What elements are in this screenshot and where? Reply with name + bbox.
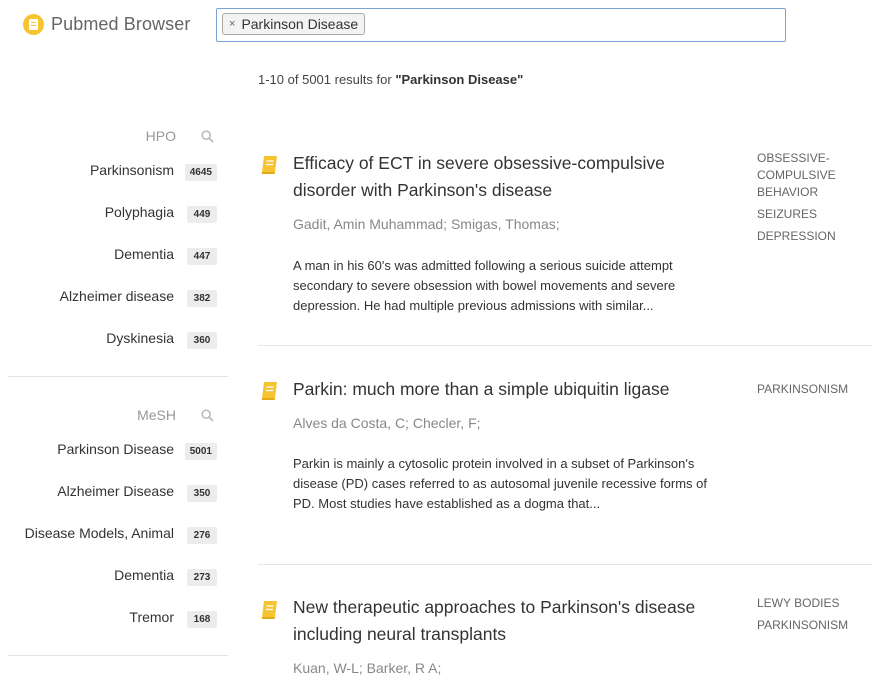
facet-item-label: Alzheimer Disease bbox=[57, 483, 174, 499]
result-tag[interactable]: SEIZURES bbox=[757, 206, 872, 223]
book-icon bbox=[261, 601, 277, 619]
result-item: Efficacy of ECT in severe obsessive-comp… bbox=[258, 140, 872, 346]
result-tag[interactable]: LEWY BODIES bbox=[757, 595, 872, 612]
result-abstract: Parkin is mainly a cytosolic protein inv… bbox=[293, 456, 708, 511]
facet-item-count: 168 bbox=[187, 611, 217, 628]
result-tags: OBSESSIVE-COMPULSIVE BEHAVIOR SEIZURES D… bbox=[757, 150, 872, 250]
facet-item-count: 449 bbox=[187, 206, 217, 223]
facet-item-label: Tremor bbox=[129, 609, 174, 625]
facet-divider bbox=[8, 655, 228, 656]
book-logo-icon bbox=[23, 14, 44, 35]
facet-item-count: 276 bbox=[187, 527, 217, 544]
facet-item[interactable]: Parkinson Disease 5001 bbox=[0, 427, 228, 469]
facet-title: MeSH bbox=[137, 407, 176, 423]
result-authors: Alves da Costa, C; Checler, F; bbox=[293, 415, 481, 431]
facet-item[interactable]: Polyphagia 449 bbox=[0, 190, 228, 232]
facet-item[interactable]: Alzheimer disease 382 bbox=[0, 274, 228, 316]
facet-item[interactable]: Dementia 273 bbox=[0, 553, 228, 595]
book-icon bbox=[261, 156, 277, 174]
result-authors: Gadit, Amin Muhammad; Smigas, Thomas; bbox=[293, 216, 560, 232]
results-summary: 1-10 of 5001 results for "Parkinson Dise… bbox=[258, 72, 523, 87]
result-tag[interactable]: PARKINSONISM bbox=[757, 617, 872, 634]
facet-item[interactable]: Dementia 447 bbox=[0, 232, 228, 274]
facet-item-label: Dementia bbox=[114, 567, 174, 583]
result-title-link[interactable]: Parkin: much more than a simple ubiquiti… bbox=[293, 376, 713, 403]
facet-item-label: Disease Models, Animal bbox=[24, 525, 174, 541]
search-chip-label: Parkinson Disease bbox=[241, 16, 359, 32]
app-logo[interactable]: Pubmed Browser bbox=[23, 14, 190, 35]
search-input[interactable]: × Parkinson Disease bbox=[216, 8, 786, 42]
book-icon bbox=[261, 382, 277, 400]
facet-item[interactable]: Tremor 168 bbox=[0, 595, 228, 637]
facet-item-label: Polyphagia bbox=[104, 204, 174, 220]
facet-item[interactable]: Parkinsonism 4645 bbox=[0, 148, 228, 190]
facet-item-count: 350 bbox=[187, 485, 217, 502]
facet-item-count: 447 bbox=[187, 248, 217, 265]
facet-item-count: 382 bbox=[187, 290, 217, 307]
facet-item[interactable]: Alzheimer Disease 350 bbox=[0, 469, 228, 511]
result-title-link[interactable]: Efficacy of ECT in severe obsessive-comp… bbox=[293, 150, 713, 204]
result-abstract: A man in his 60's was admitted following… bbox=[293, 258, 676, 313]
facet-header: HPO bbox=[0, 128, 228, 148]
search-icon[interactable] bbox=[201, 409, 214, 422]
result-tag[interactable]: PARKINSONISM bbox=[757, 381, 872, 398]
facet-item-count: 5001 bbox=[184, 443, 217, 460]
facet-mesh: MeSH Parkinson Disease 5001 Alzheimer Dis… bbox=[0, 407, 228, 637]
results-list: Efficacy of ECT in severe obsessive-comp… bbox=[258, 140, 872, 689]
result-tag[interactable]: DEPRESSION bbox=[757, 228, 872, 245]
results-summary-prefix: 1-10 of 5001 results for bbox=[258, 72, 392, 87]
facet-item-count: 4645 bbox=[184, 164, 217, 181]
facet-hpo: HPO Parkinsonism 4645 Polyphagia 449 Demen… bbox=[0, 128, 228, 358]
result-tags: LEWY BODIES PARKINSONISM bbox=[757, 595, 872, 639]
facet-title: HPO bbox=[145, 128, 176, 144]
facet-item[interactable]: Dyskinesia 360 bbox=[0, 316, 228, 358]
facet-item-label: Dyskinesia bbox=[106, 330, 174, 346]
result-item: New therapeutic approaches to Parkinson'… bbox=[258, 565, 872, 689]
facet-sidebar: HPO Parkinsonism 4645 Polyphagia 449 Demen… bbox=[0, 128, 228, 656]
search-icon[interactable] bbox=[201, 130, 214, 143]
app-title: Pubmed Browser bbox=[51, 14, 191, 34]
facet-item-count: 360 bbox=[187, 332, 217, 349]
result-tags: PARKINSONISM bbox=[757, 381, 872, 403]
facet-item-count: 273 bbox=[187, 569, 217, 586]
facet-item[interactable]: Disease Models, Animal 276 bbox=[0, 511, 228, 553]
remove-chip-icon[interactable]: × bbox=[229, 18, 235, 30]
facet-header: MeSH bbox=[0, 407, 228, 427]
results-summary-query: "Parkinson Disease" bbox=[395, 72, 524, 87]
search-chip[interactable]: × Parkinson Disease bbox=[222, 13, 366, 35]
facet-item-label: Alzheimer disease bbox=[59, 288, 174, 304]
facet-item-label: Dementia bbox=[114, 246, 174, 262]
result-tag[interactable]: OBSESSIVE-COMPULSIVE BEHAVIOR bbox=[757, 150, 872, 201]
facet-item-label: Parkinsonism bbox=[89, 162, 174, 178]
result-authors: Kuan, W-L; Barker, R A; bbox=[293, 660, 442, 676]
facet-item-label: Parkinson Disease bbox=[57, 441, 174, 457]
result-title-link[interactable]: New therapeutic approaches to Parkinson'… bbox=[293, 594, 713, 648]
result-item: Parkin: much more than a simple ubiquiti… bbox=[258, 346, 872, 565]
